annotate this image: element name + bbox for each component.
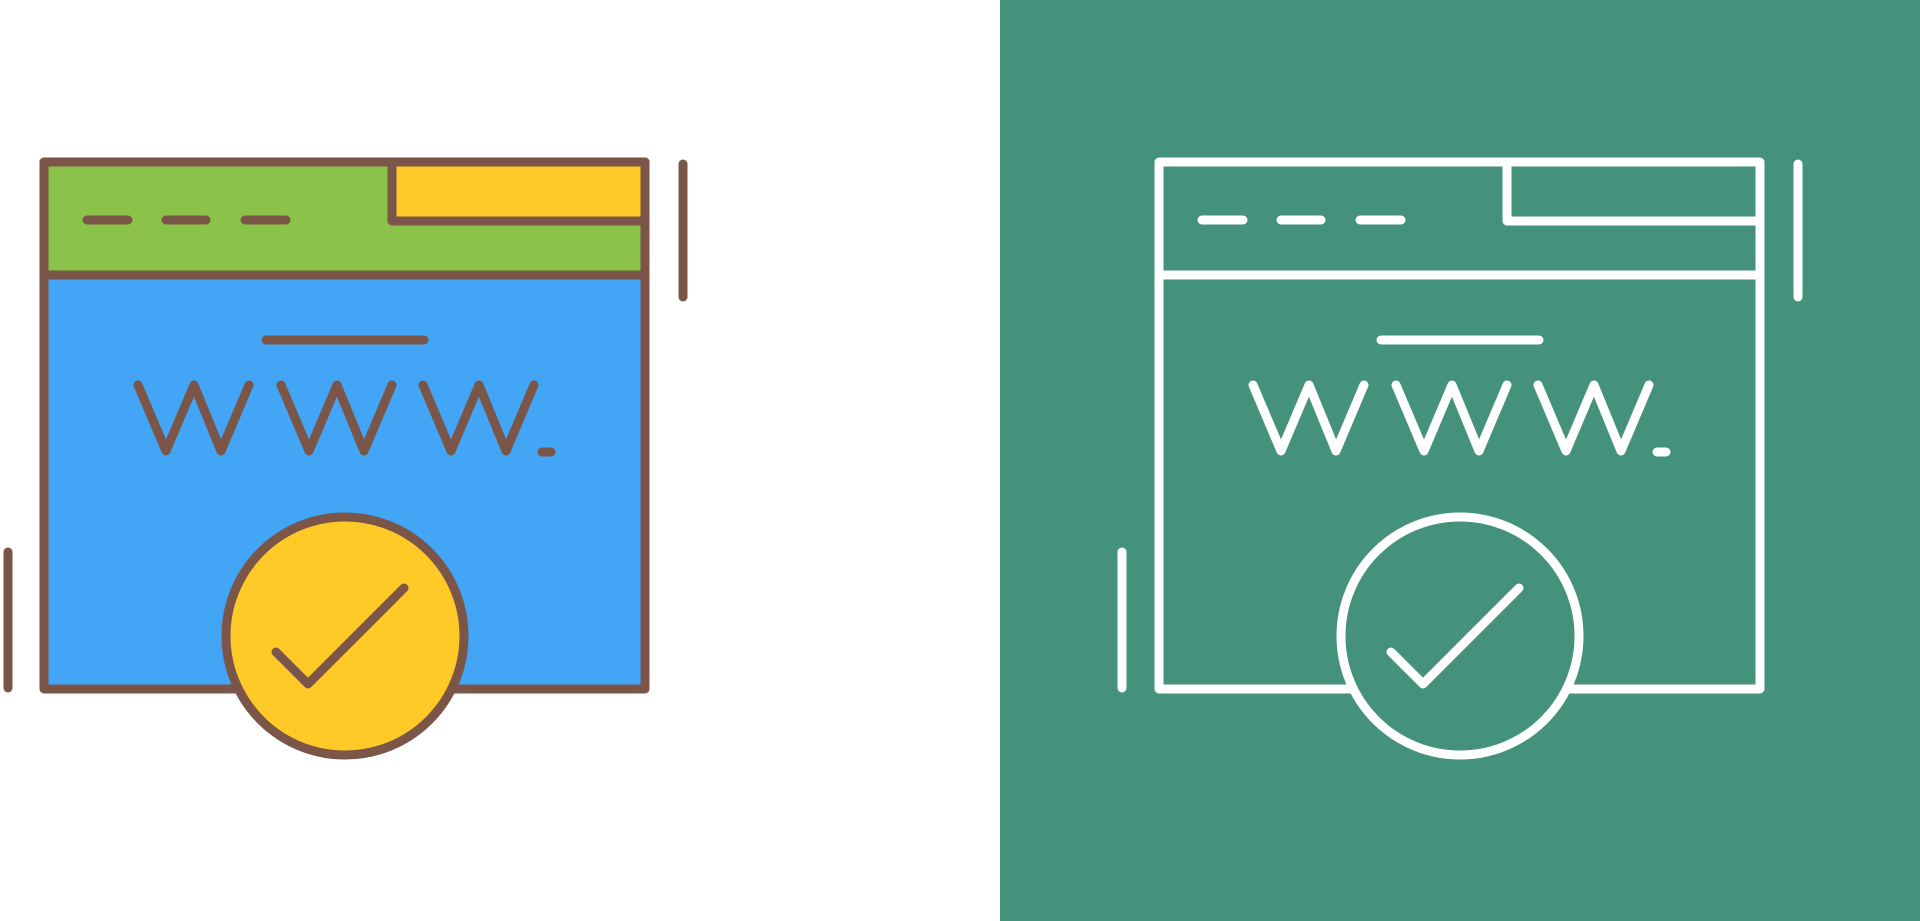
icon-preview-canvas bbox=[0, 0, 1920, 921]
verified-website-icon bbox=[3, 157, 688, 760]
address-tab bbox=[387, 157, 650, 226]
verified-website-icon bbox=[1000, 0, 1920, 921]
line-icon-panel bbox=[1000, 0, 1920, 921]
check-badge-circle bbox=[1336, 512, 1584, 760]
teal-background bbox=[1000, 0, 1920, 921]
check-badge-circle bbox=[221, 512, 469, 760]
filled-icon-panel bbox=[0, 0, 1000, 921]
